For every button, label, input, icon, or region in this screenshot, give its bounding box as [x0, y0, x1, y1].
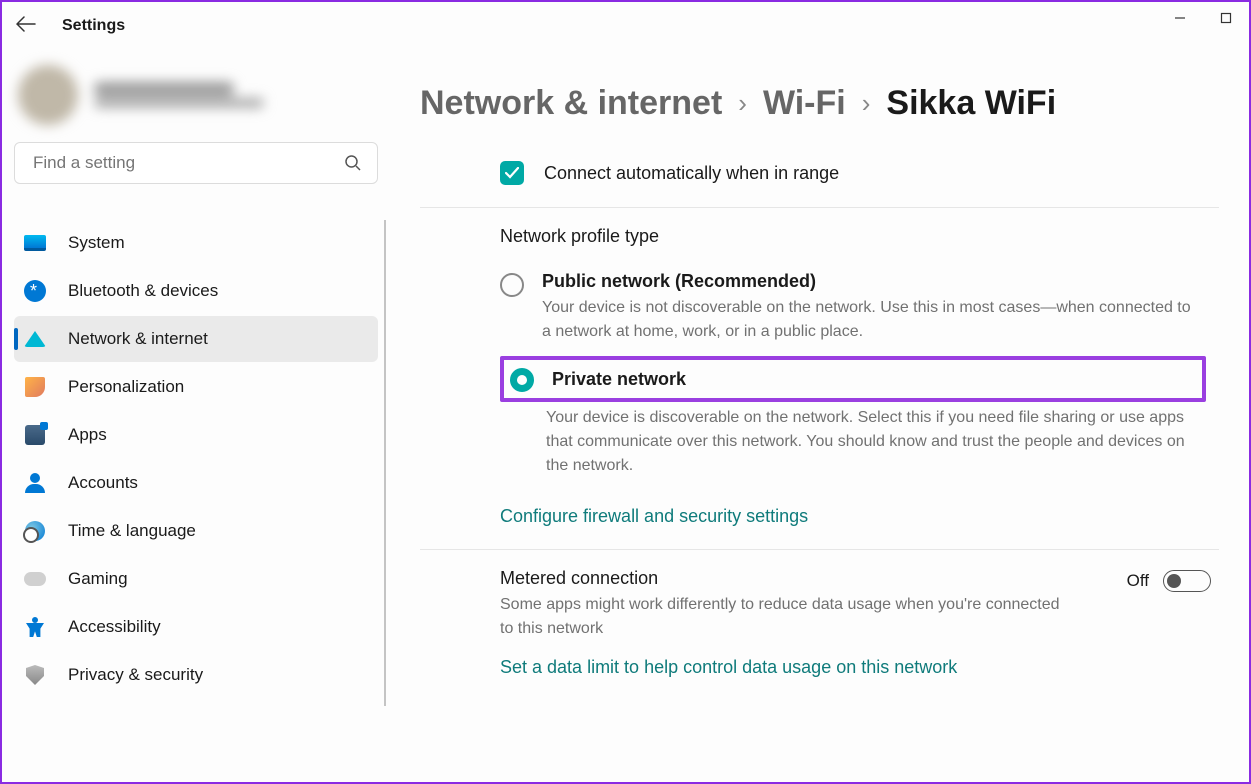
auto-connect-section: Connect automatically when in range [420, 143, 1219, 208]
person-icon [24, 472, 46, 494]
auto-connect-checkbox[interactable] [500, 161, 524, 185]
radio-public-row: Public network (Recommended) Your device… [500, 263, 1219, 356]
sidebar-item-time-language[interactable]: Time & language [14, 508, 378, 554]
radio-private-row: Private network Your device is discovera… [500, 356, 1219, 490]
accessibility-icon [24, 616, 46, 638]
sidebar-item-label: Accounts [68, 473, 138, 493]
system-icon [24, 232, 46, 254]
sidebar-item-label: Time & language [68, 521, 196, 541]
sidebar-item-system[interactable]: System [14, 220, 378, 266]
sidebar-item-label: Personalization [68, 377, 184, 397]
sidebar-item-label: Gaming [68, 569, 128, 589]
sidebar-item-network[interactable]: Network & internet [14, 316, 378, 362]
section-heading: Network profile type [500, 226, 1219, 247]
radio-public-desc: Your device is not discoverable on the n… [542, 296, 1202, 344]
nav: System Bluetooth & devices Network & int… [14, 220, 378, 698]
sidebar-item-apps[interactable]: Apps [14, 412, 378, 458]
radio-public-title: Public network (Recommended) [542, 271, 1202, 292]
content: Network & internet › Wi-Fi › Sikka WiFi … [390, 50, 1249, 782]
metered-desc: Some apps might work differently to redu… [500, 593, 1060, 641]
sidebar: System Bluetooth & devices Network & int… [2, 50, 390, 782]
sidebar-item-privacy[interactable]: Privacy & security [14, 652, 378, 698]
sidebar-item-accounts[interactable]: Accounts [14, 460, 378, 506]
account-block[interactable] [14, 50, 378, 140]
maximize-button[interactable] [1203, 2, 1249, 34]
globe-clock-icon [24, 520, 46, 542]
sidebar-item-label: System [68, 233, 125, 253]
breadcrumb-level1[interactable]: Network & internet [420, 84, 722, 123]
breadcrumb-level2[interactable]: Wi-Fi [763, 84, 846, 123]
radio-private-desc: Your device is discoverable on the netwo… [546, 406, 1206, 478]
search-wrap [14, 142, 378, 184]
sidebar-item-accessibility[interactable]: Accessibility [14, 604, 378, 650]
back-button[interactable] [16, 16, 36, 37]
nav-scrollbar[interactable] [384, 220, 386, 706]
metered-toggle[interactable] [1163, 570, 1211, 592]
network-profile-section: Network profile type Public network (Rec… [420, 208, 1219, 550]
bluetooth-icon [24, 280, 46, 302]
minimize-button[interactable] [1157, 2, 1203, 34]
chevron-right-icon: › [862, 88, 871, 119]
breadcrumb: Network & internet › Wi-Fi › Sikka WiFi [420, 84, 1219, 123]
radio-private[interactable] [510, 368, 534, 392]
radio-private-title: Private network [552, 369, 686, 390]
window-controls [1157, 2, 1249, 34]
sidebar-item-label: Network & internet [68, 329, 208, 349]
breadcrumb-current: Sikka WiFi [886, 84, 1056, 123]
sidebar-item-gaming[interactable]: Gaming [14, 556, 378, 602]
sidebar-item-label: Apps [68, 425, 107, 445]
sidebar-item-label: Accessibility [68, 617, 161, 637]
app-title: Settings [62, 17, 125, 35]
search-icon [344, 154, 362, 177]
auto-connect-label: Connect automatically when in range [544, 163, 839, 184]
account-name [94, 82, 234, 96]
sidebar-item-personalization[interactable]: Personalization [14, 364, 378, 410]
sidebar-item-label: Bluetooth & devices [68, 281, 218, 301]
apps-icon [24, 424, 46, 446]
brush-icon [24, 376, 46, 398]
chevron-right-icon: › [738, 88, 747, 119]
titlebar: Settings [2, 2, 1249, 50]
radio-public[interactable] [500, 273, 524, 297]
metered-toggle-label: Off [1127, 571, 1149, 591]
data-limit-link[interactable]: Set a data limit to help control data us… [500, 657, 1219, 678]
avatar [18, 65, 78, 125]
metered-section: Metered connection Some apps might work … [420, 550, 1219, 700]
firewall-settings-link[interactable]: Configure firewall and security settings [500, 506, 1219, 527]
gamepad-icon [24, 568, 46, 590]
sidebar-item-bluetooth[interactable]: Bluetooth & devices [14, 268, 378, 314]
account-email [94, 98, 264, 108]
wifi-icon [24, 328, 46, 350]
sidebar-item-label: Privacy & security [68, 665, 203, 685]
metered-title: Metered connection [500, 568, 1060, 589]
search-input[interactable] [14, 142, 378, 184]
shield-icon [24, 664, 46, 686]
highlight-annotation: Private network [500, 356, 1206, 402]
